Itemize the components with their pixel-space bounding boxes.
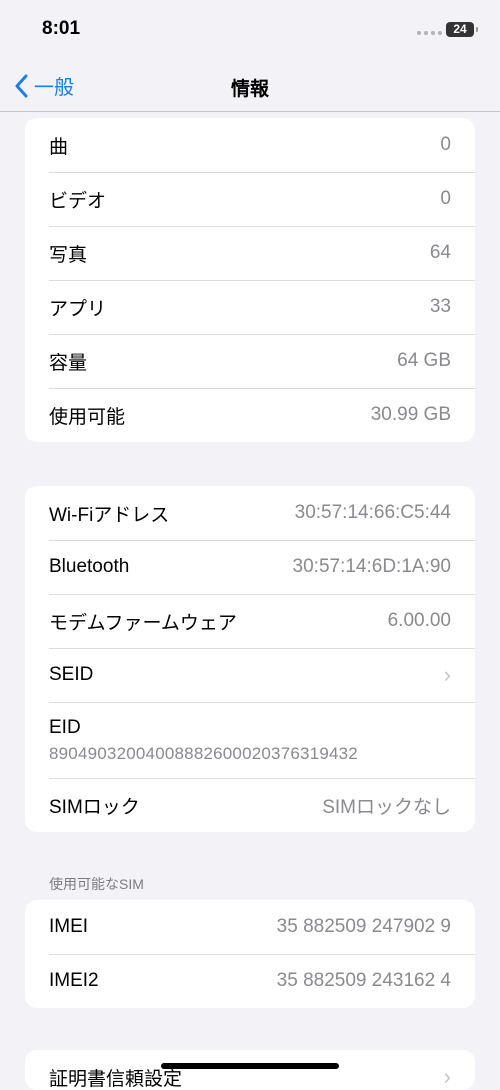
row-value: 30.99 GB [370,404,451,425]
row-value: 0 [440,134,451,155]
row-label: 使用可能 [49,406,126,428]
row-value: 33 [429,296,451,317]
row-apps: アプリ 33 [25,280,475,334]
row-label: EID [49,716,81,738]
battery-icon: 24 [446,22,474,37]
row-label: SIMロック [49,796,140,818]
row-value: SIMロックなし [322,796,451,818]
row-value: 35 882509 247902 9 [276,916,451,937]
row-capacity: 容量 64 GB [25,334,475,388]
info-group-network: Wi-Fiアドレス 30:57:14:66:C5:44 Bluetooth 30… [25,486,475,832]
row-value: 35 882509 243162 4 [276,970,451,991]
row-available: 使用可能 30.99 GB [25,388,475,442]
row-label: IMEI2 [49,970,99,991]
row-value: 89049032004008882600020376319432 [49,743,358,763]
nav-bar: 一般 情報 [0,60,500,112]
home-indicator[interactable] [161,1063,339,1069]
row-modem-firmware: モデムファームウェア 6.00.00 [25,594,475,648]
row-label: IMEI [49,916,89,937]
row-label: モデムファームウェア [49,612,237,634]
row-value: 6.00.00 [387,610,451,631]
row-label: Wi-Fiアドレス [49,504,170,526]
info-group-certificates: 証明書信頼設定 › [25,1050,475,1090]
row-value: 30:57:14:6D:1A:90 [292,556,451,577]
row-value: 64 GB [397,350,451,371]
row-value: 64 [429,242,451,263]
row-label: アプリ [49,298,107,320]
row-seid[interactable]: SEID › [25,648,475,702]
info-group-counts: 曲 0 ビデオ 0 写真 64 アプリ 33 容量 64 GB 使用可能 30.… [25,118,475,442]
row-videos: ビデオ 0 [25,172,475,226]
row-value: 0 [440,188,451,209]
row-label: SEID [49,664,94,685]
page-title: 情報 [230,79,269,100]
row-photos: 写真 64 [25,226,475,280]
status-bar: 8:01 24 [0,0,500,60]
section-header-sim: 使用可能なSIM [49,876,144,892]
row-label: 容量 [49,352,88,374]
row-imei2: IMEI2 35 882509 243162 4 [25,954,475,1008]
info-group-imei: IMEI 35 882509 247902 9 IMEI2 35 882509 … [25,900,475,1008]
row-label: Bluetooth [49,556,130,577]
chevron-right-icon: › [443,662,451,687]
row-label: ビデオ [49,190,107,212]
signal-icon [417,31,442,35]
row-certificate-trust[interactable]: 証明書信頼設定 › [25,1050,475,1090]
row-wifi-address: Wi-Fiアドレス 30:57:14:66:C5:44 [25,486,475,540]
row-imei: IMEI 35 882509 247902 9 [25,900,475,954]
chevron-right-icon: › [443,1064,451,1089]
row-label: 写真 [49,244,88,266]
row-bluetooth: Bluetooth 30:57:14:6D:1A:90 [25,540,475,594]
row-label: 曲 [49,136,69,158]
status-time: 8:01 [42,18,81,39]
row-sim-lock: SIMロック SIMロックなし [25,778,475,832]
row-eid: EID 89049032004008882600020376319432 [25,702,475,778]
row-value: 30:57:14:66:C5:44 [294,502,451,523]
battery-tip [476,27,478,32]
row-songs: 曲 0 [25,118,475,172]
